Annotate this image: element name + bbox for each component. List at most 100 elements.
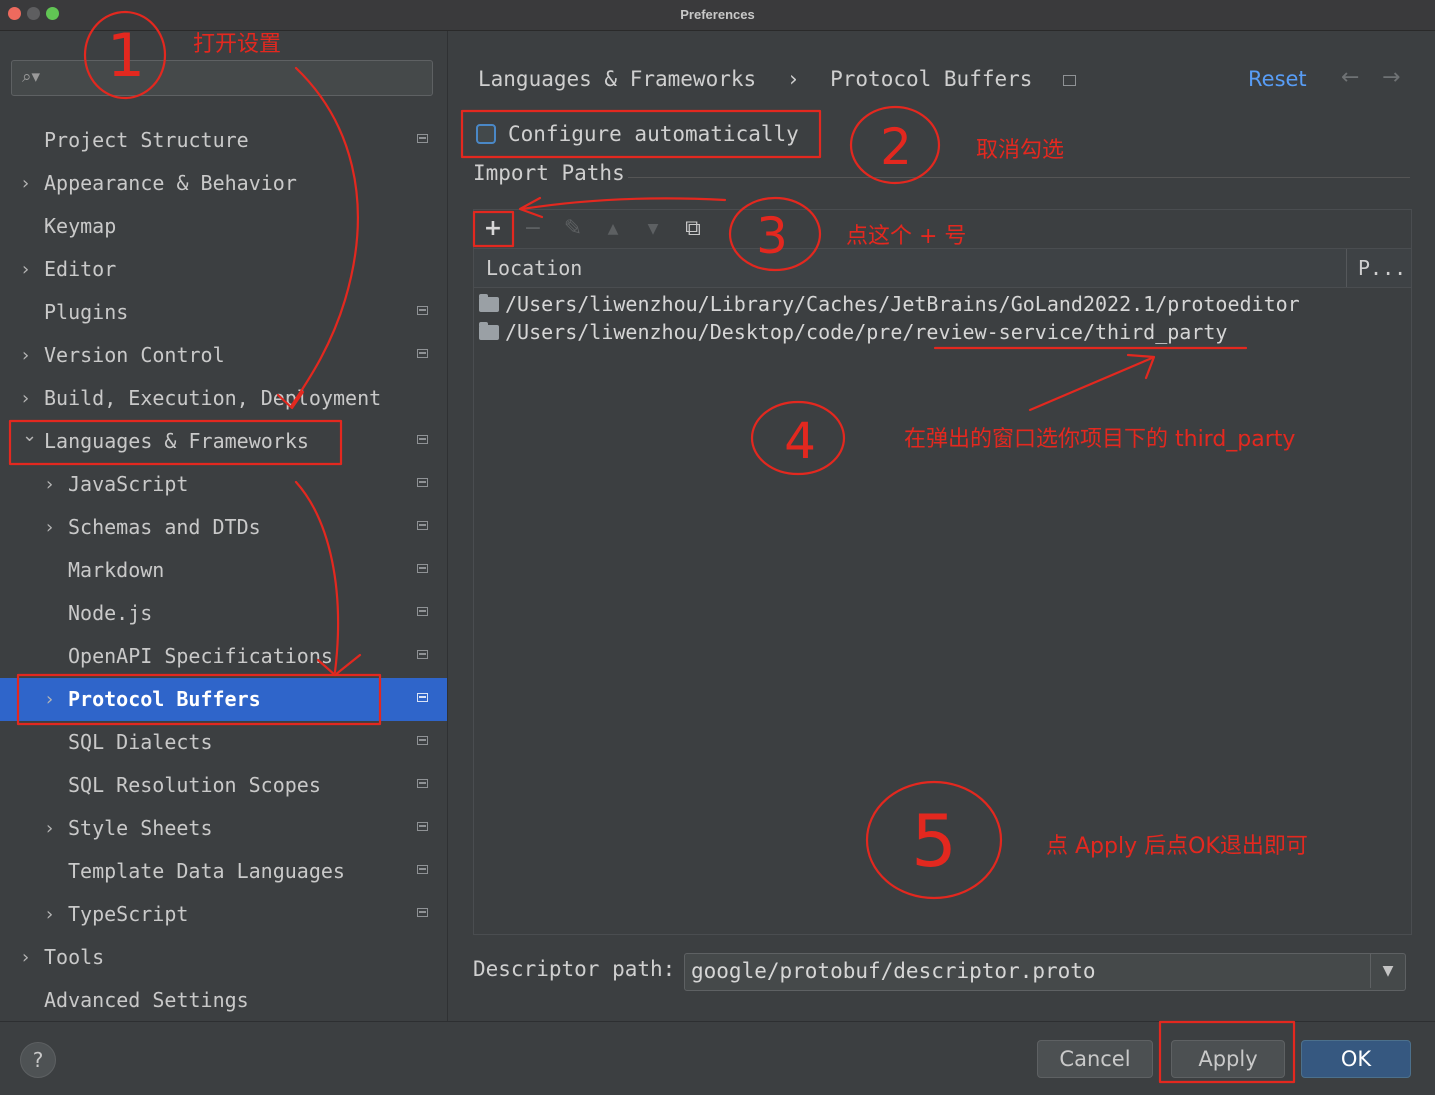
annotation-note-4: 在弹出的窗口选你项目下的 third_party	[904, 427, 1296, 452]
reset-link[interactable]: Reset	[1248, 67, 1307, 91]
sidebar-item-plugins[interactable]: Plugins	[0, 291, 447, 334]
sidebar-item-appearance-behavior[interactable]: › Appearance & Behavior	[0, 162, 447, 205]
help-button[interactable]: ?	[20, 1042, 56, 1078]
sidebar-item-label: Project Structure	[44, 128, 249, 152]
sidebar-item-tools[interactable]: › Tools	[0, 936, 447, 979]
sidebar-item-label: Markdown	[68, 558, 165, 582]
sidebar-item-style-sheets[interactable]: › Style Sheets	[0, 807, 447, 850]
path-cell: /Users/liwenzhou/Desktop/code/pre/review…	[505, 320, 1228, 344]
sidebar-item-languages-frameworks[interactable]: ⌄ Languages & Frameworks	[0, 420, 447, 463]
apply-button[interactable]: Apply	[1171, 1040, 1285, 1078]
descriptor-path-value[interactable]: google/protobuf/descriptor.proto	[691, 954, 1096, 988]
window-title: Preferences	[680, 7, 755, 22]
path-cell: /Users/liwenzhou/Library/Caches/JetBrain…	[505, 292, 1300, 316]
sidebar-item-label: Keymap	[44, 214, 117, 238]
import-paths-panel: + − ✎ ▲ ▼ ⧉ Location P... /Users/liwenzh…	[473, 209, 1412, 935]
project-scope-icon	[417, 908, 428, 917]
sidebar-item-javascript[interactable]: › JavaScript	[0, 463, 447, 506]
configure-automatically-label[interactable]: Configure automatically	[508, 119, 799, 149]
sidebar-item-label: Protocol Buffers	[68, 687, 261, 711]
sidebar-item-editor[interactable]: › Editor	[0, 248, 447, 291]
column-p[interactable]: P...	[1358, 249, 1406, 287]
table-row[interactable]: /Users/liwenzhou/Library/Caches/JetBrain…	[474, 290, 1411, 318]
paths-table-header: Location P...	[474, 249, 1411, 288]
sidebar-item-label: Template Data Languages	[68, 859, 345, 883]
forward-arrow-icon[interactable]: →	[1382, 65, 1400, 90]
project-scope-icon	[417, 693, 428, 702]
table-row[interactable]: /Users/liwenzhou/Desktop/code/pre/review…	[474, 318, 1411, 346]
project-scope-icon	[417, 607, 428, 616]
edit-pencil-icon[interactable]: ✎	[558, 214, 588, 244]
sidebar-item-protocol-buffers[interactable]: › Protocol Buffers	[0, 678, 447, 721]
settings-search-input[interactable]: ⌕▾	[11, 60, 433, 96]
column-separator[interactable]	[1346, 249, 1347, 287]
cancel-button[interactable]: Cancel	[1037, 1040, 1153, 1078]
sidebar-item-version-control[interactable]: › Version Control	[0, 334, 447, 377]
project-scope-icon	[417, 306, 428, 315]
chevron-down-icon[interactable]: ⌄	[22, 414, 37, 457]
sidebar-item-node-js[interactable]: Node.js	[0, 592, 447, 635]
project-scope-icon	[417, 822, 428, 831]
sidebar-item-label: Plugins	[44, 300, 129, 324]
move-up-icon[interactable]: ▲	[598, 214, 628, 244]
chevron-right-icon[interactable]: ›	[46, 893, 53, 936]
sidebar-item-label: JavaScript	[68, 472, 189, 496]
project-scope-icon	[1063, 74, 1077, 86]
breadcrumb: Languages & Frameworks › Protocol Buffer…	[478, 67, 1094, 91]
project-scope-icon	[417, 521, 428, 530]
sidebar-item-typescript[interactable]: › TypeScript	[0, 893, 447, 936]
protocol-buffers-settings: Languages & Frameworks › Protocol Buffer…	[448, 31, 1435, 1021]
copy-icon[interactable]: ⧉	[678, 214, 708, 244]
chevron-right-icon[interactable]: ›	[22, 162, 29, 205]
chevron-down-icon[interactable]: ▼	[1370, 954, 1405, 988]
column-location[interactable]: Location	[486, 249, 582, 287]
project-scope-icon	[417, 650, 428, 659]
chevron-right-icon[interactable]: ›	[22, 334, 29, 377]
sidebar-item-build-execution-deployment[interactable]: › Build, Execution, Deployment	[0, 377, 447, 420]
sidebar-item-template-data-languages[interactable]: Template Data Languages	[0, 850, 447, 893]
move-down-icon[interactable]: ▼	[638, 214, 668, 244]
sidebar-item-schemas-and-dtds[interactable]: › Schemas and DTDs	[0, 506, 447, 549]
sidebar-item-label: Version Control	[44, 343, 225, 367]
configure-automatically-checkbox[interactable]	[476, 124, 496, 144]
sidebar-item-openapi-specifications[interactable]: OpenAPI Specifications	[0, 635, 447, 678]
back-arrow-icon[interactable]: ←	[1341, 65, 1359, 90]
remove-path-button[interactable]: −	[518, 214, 548, 244]
import-paths-title: Import Paths	[473, 161, 625, 185]
project-scope-icon	[417, 435, 428, 444]
descriptor-path-combobox[interactable]: google/protobuf/descriptor.proto ▼	[684, 953, 1406, 991]
folder-icon	[479, 322, 499, 340]
chevron-right-icon[interactable]: ›	[46, 678, 53, 721]
chevron-right-icon[interactable]: ›	[46, 807, 53, 850]
add-path-button[interactable]: +	[478, 214, 508, 244]
project-scope-icon	[417, 134, 428, 143]
sidebar-item-label: TypeScript	[68, 902, 189, 926]
annotation-note-2: 取消勾选	[976, 138, 1065, 163]
sidebar-item-label: Appearance & Behavior	[44, 171, 297, 195]
annotation-note-3: 点这个 + 号	[846, 224, 967, 249]
sidebar-item-keymap[interactable]: Keymap	[0, 205, 447, 248]
sidebar-item-label: Node.js	[68, 601, 153, 625]
project-scope-icon	[417, 736, 428, 745]
sidebar-item-advanced-settings[interactable]: Advanced Settings	[0, 979, 447, 1022]
annotation-note-1: 打开设置	[193, 32, 282, 57]
chevron-right-icon[interactable]: ›	[46, 506, 53, 549]
sidebar-item-label: Style Sheets	[68, 816, 213, 840]
chevron-right-icon[interactable]: ›	[22, 248, 29, 291]
breadcrumb-separator: ›	[786, 67, 800, 91]
breadcrumb-item: Protocol Buffers	[830, 67, 1033, 91]
chevron-right-icon[interactable]: ›	[46, 463, 53, 506]
sidebar-item-sql-dialects[interactable]: SQL Dialects	[0, 721, 447, 764]
ok-button[interactable]: OK	[1301, 1040, 1411, 1078]
project-scope-icon	[417, 478, 428, 487]
dialog-footer: ? Cancel Apply OK	[0, 1021, 1435, 1095]
sidebar-item-label: Editor	[44, 257, 117, 281]
breadcrumb-item[interactable]: Languages & Frameworks	[478, 67, 756, 91]
sidebar-item-sql-resolution-scopes[interactable]: SQL Resolution Scopes	[0, 764, 447, 807]
sidebar-item-project-structure[interactable]: Project Structure	[0, 119, 447, 162]
project-scope-icon	[417, 865, 428, 874]
search-icon: ⌕▾	[22, 67, 41, 87]
annotation-note-5: 点 Apply 后点OK退出即可	[1046, 834, 1308, 859]
chevron-right-icon[interactable]: ›	[22, 936, 29, 979]
sidebar-item-markdown[interactable]: Markdown	[0, 549, 447, 592]
